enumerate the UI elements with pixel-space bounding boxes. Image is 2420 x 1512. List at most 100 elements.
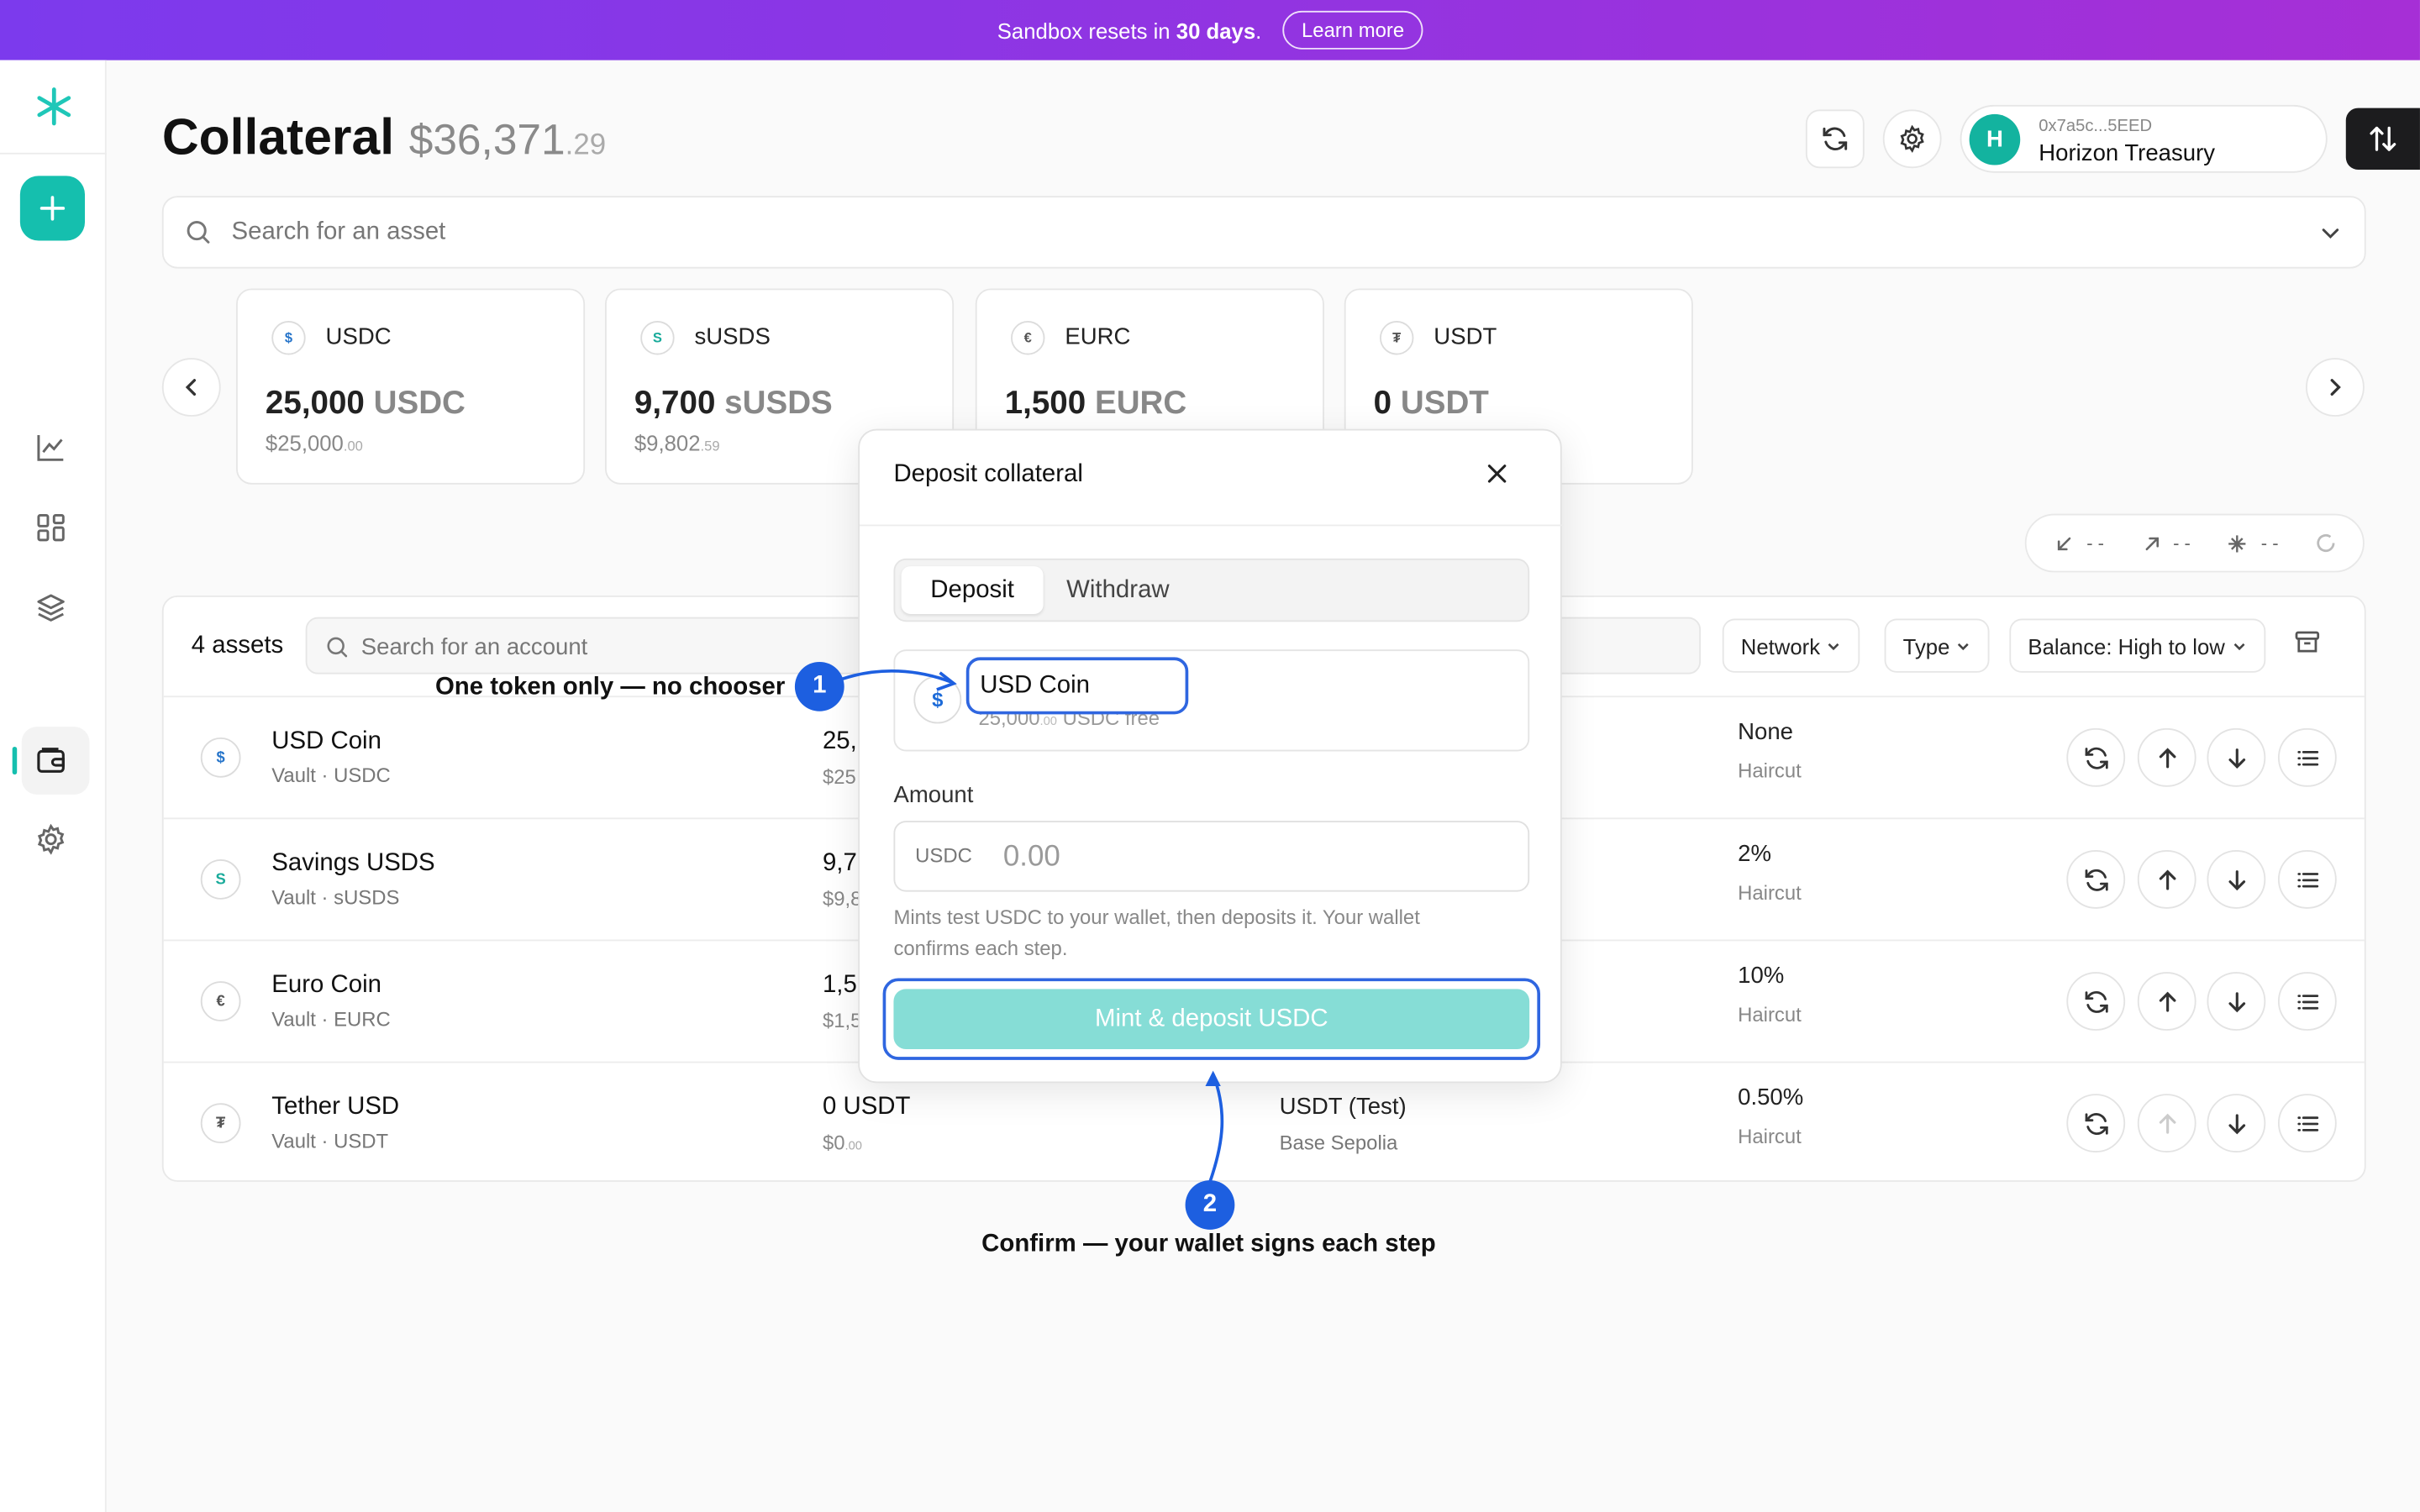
annotation-note-2: Confirm — your wallet signs each step [981, 1231, 1436, 1257]
asset-search[interactable] [161, 196, 2366, 269]
grid-icon[interactable] [31, 507, 71, 548]
asset-usd: $1,5 [822, 1009, 862, 1032]
token-display: $ 25,000.00 USDC free USD Coin [893, 649, 1530, 752]
asset-network-chain: Base Sepolia [1279, 1131, 1398, 1154]
withdraw-arrow-down-icon[interactable] [2207, 850, 2266, 909]
search-icon [326, 636, 350, 667]
swap-icon[interactable] [2066, 972, 2126, 1031]
asset-card-usd: $9,802.59 [634, 430, 720, 455]
asset-sub: Vault · USDC [271, 764, 391, 787]
chevron-down-icon [1828, 643, 1839, 651]
asset-sub: Vault · USDT [271, 1129, 389, 1153]
sidebar [0, 60, 107, 1512]
chevron-down-icon[interactable] [2318, 221, 2343, 254]
asset-balance: 9,7 [822, 850, 857, 877]
deposit-collateral-modal: Deposit collateral Deposit Withdraw $ 25… [858, 428, 1564, 1084]
wallet-account-button[interactable]: H 0x7a5c...5EED Horizon Treasury [1960, 104, 2328, 173]
asset-card-usdc[interactable]: $ USDC 25,000 USDC $25,000.00 [236, 288, 586, 485]
usdt-coin-icon: ₮ [200, 1103, 241, 1143]
swap-icon[interactable] [2066, 850, 2126, 909]
stat-out: - - [2173, 532, 2191, 554]
type-filter[interactable]: Type [1884, 618, 1990, 673]
asset-count: 4 assets [191, 633, 284, 659]
chevron-down-icon [2233, 643, 2244, 651]
carousel-prev-button[interactable] [161, 358, 221, 417]
asset-usd: $25 [822, 765, 856, 789]
usdc-coin-icon: $ [200, 737, 241, 778]
archive-icon[interactable] [2293, 628, 2321, 664]
asset-card-amount: 0 USDT [1373, 386, 1489, 422]
active-nav-indicator [12, 746, 18, 775]
account-search-input[interactable] [360, 627, 824, 665]
sparkle-icon [2228, 535, 2246, 553]
tab-withdraw[interactable]: Withdraw [1066, 577, 1169, 605]
sort-select[interactable]: Balance: High to low [2009, 618, 2265, 673]
asset-balance: 1,5 [822, 972, 857, 999]
asset-card-amount: 9,700 sUSDS [634, 386, 833, 422]
list-menu-icon[interactable] [2277, 850, 2337, 909]
annotation-badge-1: 1 [794, 661, 844, 711]
flow-stats-pill: - - - - - - [2024, 513, 2365, 573]
annotation-note-1: One token only — no chooser [434, 674, 786, 701]
eurc-coin-icon: € [1011, 321, 1045, 355]
asset-card-symbol: USDT [1434, 323, 1497, 350]
logo-asterisk-icon[interactable] [0, 60, 107, 155]
network-filter[interactable]: Network [1722, 618, 1860, 673]
amount-field[interactable]: USDC [893, 821, 1530, 892]
learn-more-button[interactable]: Learn more [1282, 10, 1423, 50]
asset-name: Euro Coin [271, 972, 381, 999]
haircut-value: 10% [1738, 963, 1785, 990]
layers-icon[interactable] [31, 588, 71, 628]
deposit-arrow-up-icon[interactable] [2137, 850, 2196, 909]
list-menu-icon[interactable] [2277, 972, 2337, 1031]
list-menu-icon[interactable] [2277, 727, 2337, 787]
stat-in: - - [2086, 532, 2105, 554]
deposit-arrow-up-icon[interactable] [2137, 972, 2196, 1031]
wallet-icon[interactable] [31, 741, 71, 781]
asset-card-symbol: EURC [1065, 323, 1131, 350]
haircut-label: Haircut [1738, 759, 1802, 783]
asset-name: Tether USD [271, 1094, 400, 1121]
chevron-down-icon [1958, 643, 1970, 651]
swap-icon[interactable] [2066, 727, 2126, 787]
withdraw-arrow-down-icon[interactable] [2207, 727, 2266, 787]
loading-spinner-icon [2317, 534, 2335, 553]
deposit-arrow-up-icon [2137, 1094, 2196, 1153]
mint-deposit-button[interactable]: Mint & deposit USDC [893, 989, 1530, 1049]
haircut-value: None [1738, 718, 1793, 746]
susds-coin-icon: S [200, 859, 241, 900]
asset-network: USDT (Test) [1279, 1094, 1407, 1121]
avatar: H [1969, 113, 2021, 165]
annotation-badge-2: 2 [1185, 1180, 1235, 1230]
asset-balance: 25, [822, 727, 857, 755]
wallet-name: Horizon Treasury [2039, 140, 2216, 167]
carousel-next-button[interactable] [2306, 358, 2365, 417]
swap-arrows-button[interactable] [2345, 108, 2420, 171]
asset-card-amount: 1,500 EURC [1004, 386, 1187, 422]
tab-deposit[interactable]: Deposit [901, 566, 1044, 615]
gear-icon[interactable] [1882, 109, 1942, 169]
asset-search-input[interactable] [231, 209, 2238, 256]
amount-input[interactable] [1002, 837, 1466, 879]
wallet-address: 0x7a5c...5EED [2039, 117, 2153, 136]
asset-card-amount: 25,000 USDC [265, 386, 466, 422]
settings-icon[interactable] [31, 819, 71, 859]
withdraw-arrow-down-icon[interactable] [2207, 1094, 2266, 1153]
withdraw-arrow-down-icon[interactable] [2207, 972, 2266, 1031]
sandbox-banner: Sandbox resets in 30 days. Learn more [0, 0, 2420, 60]
haircut-label: Haircut [1738, 880, 1802, 905]
haircut-label: Haircut [1738, 1124, 1802, 1148]
asset-sub: Vault · sUSDS [271, 885, 400, 909]
chart-icon[interactable] [31, 428, 71, 468]
search-icon [185, 219, 211, 253]
asset-name: Savings USDS [271, 850, 435, 877]
swap-icon[interactable] [2066, 1094, 2126, 1153]
deposit-arrow-up-icon[interactable] [2137, 727, 2196, 787]
refresh-button[interactable] [1805, 109, 1865, 169]
asset-card-symbol: USDC [325, 323, 392, 350]
close-icon[interactable] [1485, 461, 1509, 494]
add-button[interactable] [19, 176, 86, 241]
list-menu-icon[interactable] [2277, 1094, 2337, 1153]
asset-card-symbol: sUSDS [694, 323, 771, 350]
arrow-up-right-icon [2145, 537, 2159, 551]
